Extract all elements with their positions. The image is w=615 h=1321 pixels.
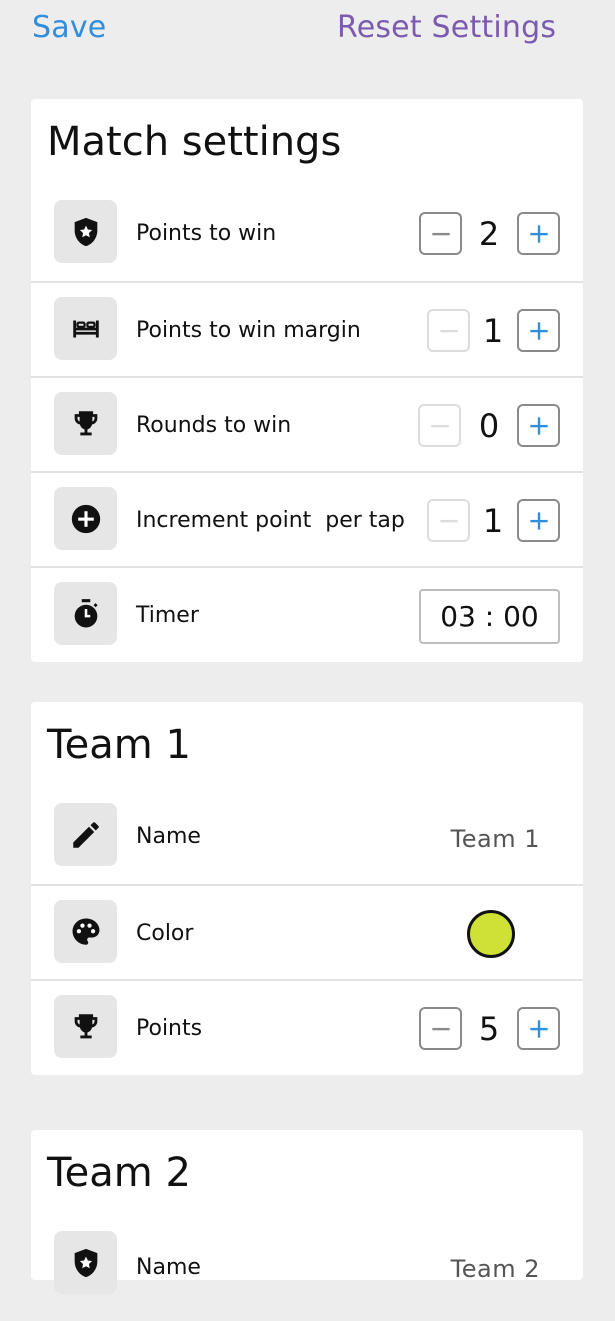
trophy-icon bbox=[54, 995, 117, 1058]
top-bar: Save Reset Settings bbox=[0, 0, 615, 60]
team-1-name-label: Name bbox=[136, 824, 201, 849]
team-1-points-increment-button[interactable] bbox=[517, 1007, 560, 1050]
rounds-to-win-value: 0 bbox=[478, 406, 500, 445]
team-1-points-row: Points 5 bbox=[31, 979, 583, 1074]
points-to-win-margin-value: 1 bbox=[482, 311, 504, 350]
match-settings-title: Match settings bbox=[47, 119, 342, 165]
team-1-points-stepper: 5 bbox=[419, 981, 560, 1076]
team-1-points-label: Points bbox=[136, 1016, 203, 1041]
points-to-win-margin-stepper: 1 bbox=[427, 283, 560, 378]
team-1-title: Team 1 bbox=[47, 722, 191, 768]
match-settings-card: Match settings Points to win 2 Points to… bbox=[31, 99, 583, 662]
rounds-increment-button[interactable] bbox=[517, 404, 560, 447]
team-1-points-decrement-button[interactable] bbox=[419, 1007, 462, 1050]
increment-point-label: Increment point per tap bbox=[136, 508, 405, 533]
team-1-points-value: 5 bbox=[478, 1009, 500, 1048]
team-1-color-row: Color bbox=[31, 884, 583, 979]
team-2-name-input[interactable]: Team 2 bbox=[451, 1217, 540, 1321]
bed-icon bbox=[54, 297, 117, 360]
team-2-name-label: Name bbox=[136, 1254, 201, 1280]
timer-row: Timer 03 : 00 bbox=[31, 566, 583, 661]
team-1-color-swatch[interactable] bbox=[467, 910, 515, 958]
pencil-icon bbox=[54, 803, 117, 866]
minus-icon bbox=[431, 1027, 450, 1030]
palette-icon bbox=[54, 900, 117, 963]
increment-point-value: 1 bbox=[482, 501, 504, 540]
rounds-decrement-button[interactable] bbox=[418, 404, 461, 447]
plus-circle-icon bbox=[54, 487, 117, 550]
points-to-win-value: 2 bbox=[478, 214, 500, 253]
points-to-win-row: Points to win 2 bbox=[31, 186, 583, 281]
minus-icon bbox=[430, 424, 449, 427]
margin-decrement-button[interactable] bbox=[427, 309, 470, 352]
team-1-color-label: Color bbox=[136, 921, 194, 946]
points-to-win-decrement-button[interactable] bbox=[419, 212, 462, 255]
timer-field[interactable]: 03 : 00 bbox=[419, 589, 560, 644]
rounds-to-win-row: Rounds to win 0 bbox=[31, 376, 583, 471]
team-2-title: Team 2 bbox=[47, 1150, 191, 1196]
reset-settings-button[interactable]: Reset Settings bbox=[337, 10, 556, 45]
minus-icon bbox=[439, 519, 458, 522]
points-to-win-stepper: 2 bbox=[419, 186, 560, 281]
team-1-name-input[interactable]: Team 1 bbox=[451, 789, 540, 889]
points-to-win-margin-row: Points to win margin 1 bbox=[31, 281, 583, 376]
plus-icon bbox=[529, 224, 548, 243]
margin-increment-button[interactable] bbox=[517, 309, 560, 352]
team-1-card: Team 1 Name Team 1 Color Points 5 bbox=[31, 702, 583, 1075]
trophy-icon bbox=[54, 392, 117, 455]
points-to-win-margin-label: Points to win margin bbox=[136, 318, 361, 343]
save-button[interactable]: Save bbox=[32, 10, 106, 45]
team-1-name-row: Name Team 1 bbox=[31, 789, 583, 884]
increment-decrement-button[interactable] bbox=[427, 499, 470, 542]
shield-star-icon bbox=[54, 200, 117, 263]
rounds-to-win-stepper: 0 bbox=[418, 378, 560, 473]
stopwatch-icon bbox=[54, 582, 117, 645]
increment-increment-button[interactable] bbox=[517, 499, 560, 542]
increment-point-stepper: 1 bbox=[427, 473, 560, 568]
points-to-win-label: Points to win bbox=[136, 221, 277, 246]
team-2-name-row: Name Team 2 bbox=[31, 1217, 583, 1312]
plus-icon bbox=[529, 511, 548, 530]
increment-point-row: Increment point per tap 1 bbox=[31, 471, 583, 566]
plus-icon bbox=[529, 321, 548, 340]
plus-icon bbox=[529, 1019, 548, 1038]
shield-star-icon bbox=[54, 1231, 117, 1294]
points-to-win-increment-button[interactable] bbox=[517, 212, 560, 255]
team-2-card: Team 2 Name Team 2 bbox=[31, 1130, 583, 1294]
plus-icon bbox=[529, 416, 548, 435]
timer-label: Timer bbox=[136, 603, 199, 628]
minus-icon bbox=[431, 232, 450, 235]
rounds-to-win-label: Rounds to win bbox=[136, 413, 292, 438]
minus-icon bbox=[439, 329, 458, 332]
